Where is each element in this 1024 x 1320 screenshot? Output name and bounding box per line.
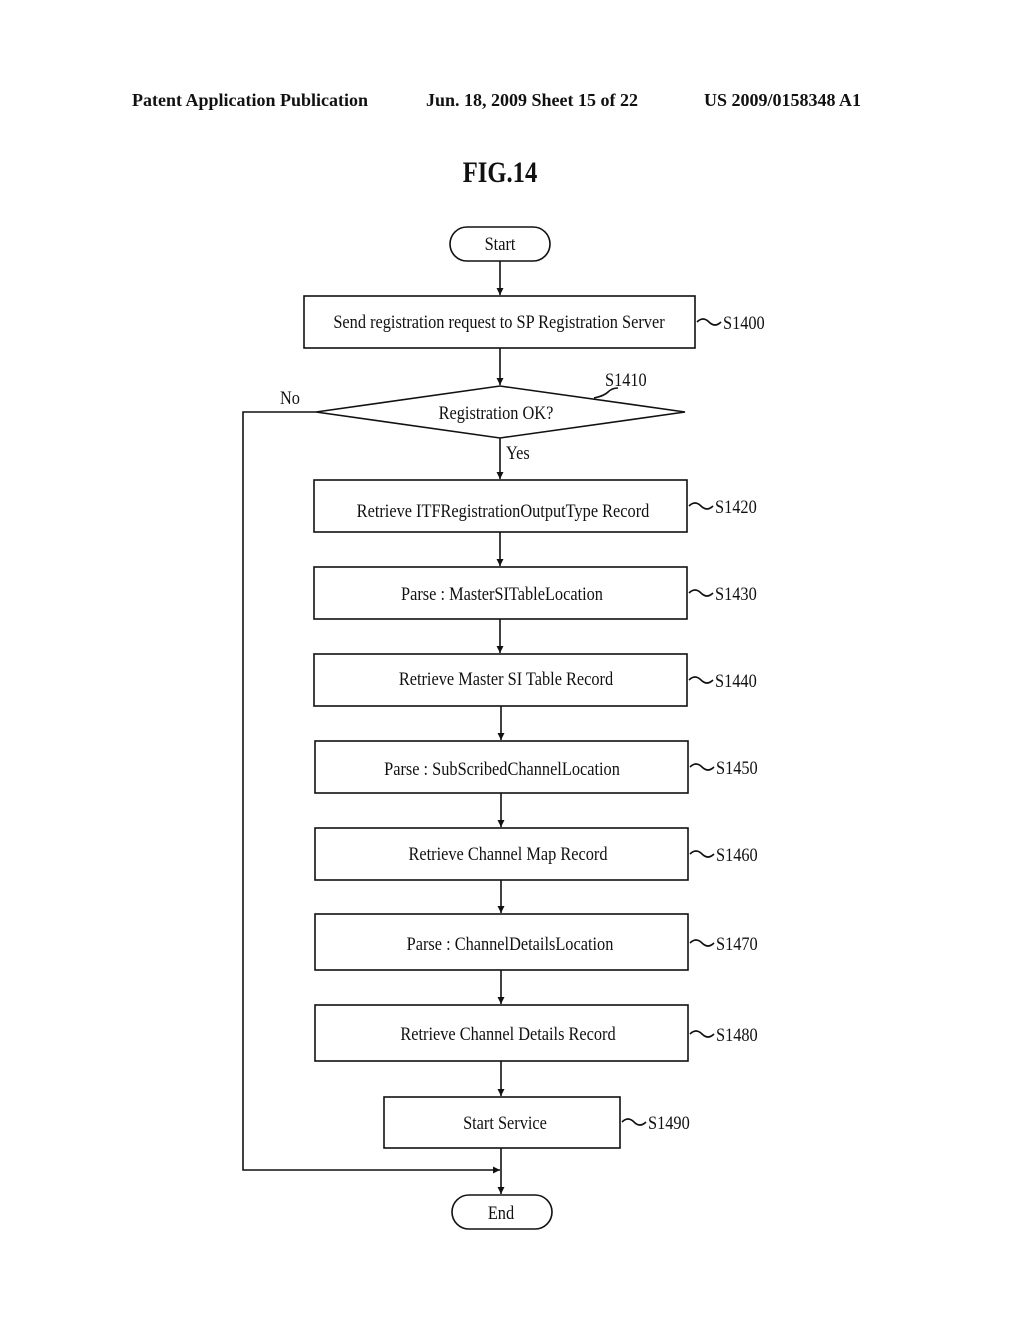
step-text: Parse : MasterSITableLocation: [401, 583, 603, 604]
no-label: No: [280, 387, 300, 408]
step-text: Retrieve Channel Map Record: [408, 843, 607, 864]
step-text: Parse : SubScribedChannelLocation: [384, 758, 620, 779]
start-terminal: Start: [449, 226, 551, 262]
step-text: Parse : ChannelDetailsLocation: [407, 933, 614, 954]
leader-tilde-icon: [689, 850, 715, 858]
leader-tilde-icon: [689, 763, 715, 771]
step-text: Retrieve ITFRegistrationOutputType Recor…: [357, 500, 650, 521]
step-id: S1480: [716, 1024, 758, 1045]
step-id: S1470: [716, 933, 758, 954]
step-s1460: Retrieve Channel Map Record S1460: [314, 827, 758, 881]
step-id: S1490: [648, 1112, 690, 1133]
yes-label: Yes: [506, 442, 530, 463]
step-s1480: Retrieve Channel Details Record S1480: [314, 1004, 758, 1062]
end-terminal: End: [451, 1194, 553, 1230]
leader-tilde-icon: [689, 1030, 715, 1038]
step-s1430: Parse : MasterSITableLocation S1430: [313, 566, 757, 620]
step-id: S1440: [715, 670, 757, 691]
leader-tilde-icon: [689, 939, 715, 947]
decision-text: Registration OK?: [439, 402, 554, 423]
step-id: S1460: [716, 844, 758, 865]
decision-id: S1410: [605, 369, 647, 390]
step-text: Start Service: [463, 1112, 547, 1133]
flowchart: Start Send registration request to SP Re…: [242, 226, 765, 1230]
step-s1490: Start Service S1490: [383, 1096, 690, 1149]
leader-tilde-icon: [696, 318, 722, 326]
step-text: Retrieve Master SI Table Record: [399, 668, 613, 689]
start-label: Start: [485, 233, 516, 254]
step-s1470: Parse : ChannelDetailsLocation S1470: [314, 913, 758, 971]
step-text: Send registration request to SP Registra…: [333, 311, 664, 332]
leader-tilde-icon: [688, 502, 714, 510]
step-text: Retrieve Channel Details Record: [400, 1023, 615, 1044]
leader-tilde-icon: [621, 1118, 647, 1126]
step-s1450: Parse : SubScribedChannelLocation S1450: [314, 740, 758, 794]
leader-tilde-icon: [688, 589, 714, 597]
step-s1400: Send registration request to SP Registra…: [303, 295, 765, 349]
step-id: S1400: [723, 312, 765, 333]
step-id: S1450: [716, 757, 758, 778]
decision-s1410: Registration OK? S1410 No Yes: [280, 369, 686, 463]
leader-tilde-icon: [688, 676, 714, 684]
step-id: S1430: [715, 583, 757, 604]
end-label: End: [488, 1202, 514, 1223]
step-s1440: Retrieve Master SI Table Record S1440: [313, 653, 757, 707]
step-s1420: Retrieve ITFRegistrationOutputType Recor…: [313, 479, 757, 533]
step-id: S1420: [715, 496, 757, 517]
